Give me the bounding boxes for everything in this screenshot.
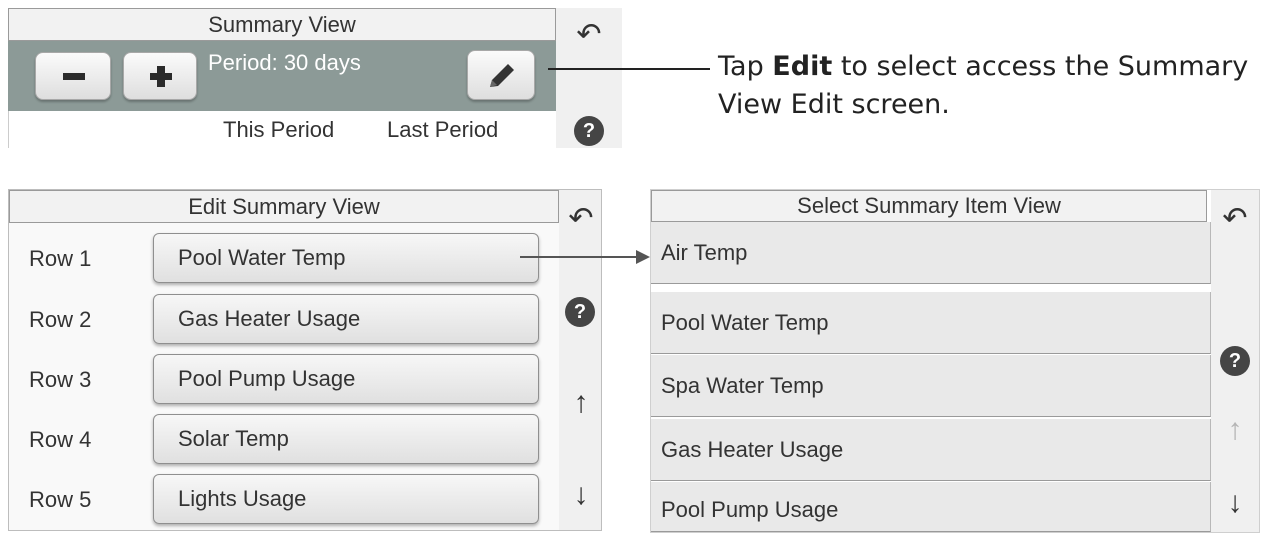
row-label: Row 5 [29, 487, 92, 512]
list-item-gas-heater-usage[interactable]: Gas Heater Usage [651, 419, 1211, 481]
row-3-item-button[interactable]: Pool Pump Usage [153, 354, 539, 404]
callout-line [548, 68, 710, 70]
summary-view-sidebar: ↶ ? [556, 8, 622, 148]
row-1-item-button[interactable]: Pool Water Temp [153, 233, 539, 283]
list-item-air-temp[interactable]: Air Temp [651, 222, 1211, 284]
scroll-up-icon[interactable]: ↑ [561, 388, 601, 418]
row-label: Row 1 [29, 246, 92, 271]
scroll-down-icon[interactable]: ↓ [561, 480, 601, 510]
this-period-header: This Period [223, 117, 335, 142]
help-icon[interactable]: ? [565, 297, 595, 327]
list-item-spa-water-temp[interactable]: Spa Water Temp [651, 355, 1211, 417]
back-icon[interactable]: ↶ [569, 20, 609, 50]
callout-bold: Edit [772, 51, 833, 82]
back-icon[interactable]: ↶ [1215, 204, 1255, 234]
connector-line [520, 256, 638, 258]
edit-button[interactable] [467, 50, 535, 100]
help-icon[interactable]: ? [1220, 346, 1250, 376]
plus-icon [124, 53, 198, 101]
select-summary-item-title: Select Summary Item View [651, 190, 1207, 222]
list-item-pool-pump-usage[interactable]: Pool Pump Usage [651, 482, 1211, 532]
decrease-period-button[interactable] [35, 52, 111, 100]
edit-sidebar: ↶ ? ↑ ↓ [559, 190, 601, 530]
row-5-item-button[interactable]: Lights Usage [153, 474, 539, 524]
edit-summary-view-panel: Edit Summary View Row 1 Pool Water Temp … [8, 189, 602, 531]
row-4-item-button[interactable]: Solar Temp [153, 414, 539, 464]
row-label: Row 4 [29, 427, 92, 452]
scroll-up-icon: ↑ [1227, 413, 1243, 446]
minus-icon [63, 73, 85, 80]
pencil-icon [490, 64, 514, 87]
edit-summary-view-title: Edit Summary View [9, 190, 559, 223]
last-period-header: Last Period [387, 117, 499, 142]
period-column-headers: This Period Last Period [8, 111, 556, 148]
scroll-down-icon[interactable]: ↓ [1215, 488, 1255, 518]
callout-pre: Tap [718, 51, 773, 82]
summary-view-panel: Summary View Period: 30 days This Period… [8, 8, 556, 148]
row-label: Row 3 [29, 367, 92, 392]
select-summary-item-panel: Select Summary Item View Air Temp Pool W… [650, 189, 1260, 533]
list-item-pool-water-temp[interactable]: Pool Water Temp [651, 292, 1211, 354]
select-sidebar: ↶ ? ↑ ↓ [1211, 190, 1259, 532]
connector-arrowhead [636, 250, 650, 264]
callout-text: Tap Edit to select access the Summary Vi… [718, 48, 1266, 124]
help-icon[interactable]: ? [574, 116, 604, 146]
row-label: Row 2 [29, 307, 92, 332]
summary-view-title: Summary View [8, 8, 556, 41]
period-label: Period: 30 days [208, 50, 361, 75]
row-2-item-button[interactable]: Gas Heater Usage [153, 294, 539, 344]
back-icon[interactable]: ↶ [561, 204, 601, 234]
increase-period-button[interactable] [123, 52, 197, 100]
